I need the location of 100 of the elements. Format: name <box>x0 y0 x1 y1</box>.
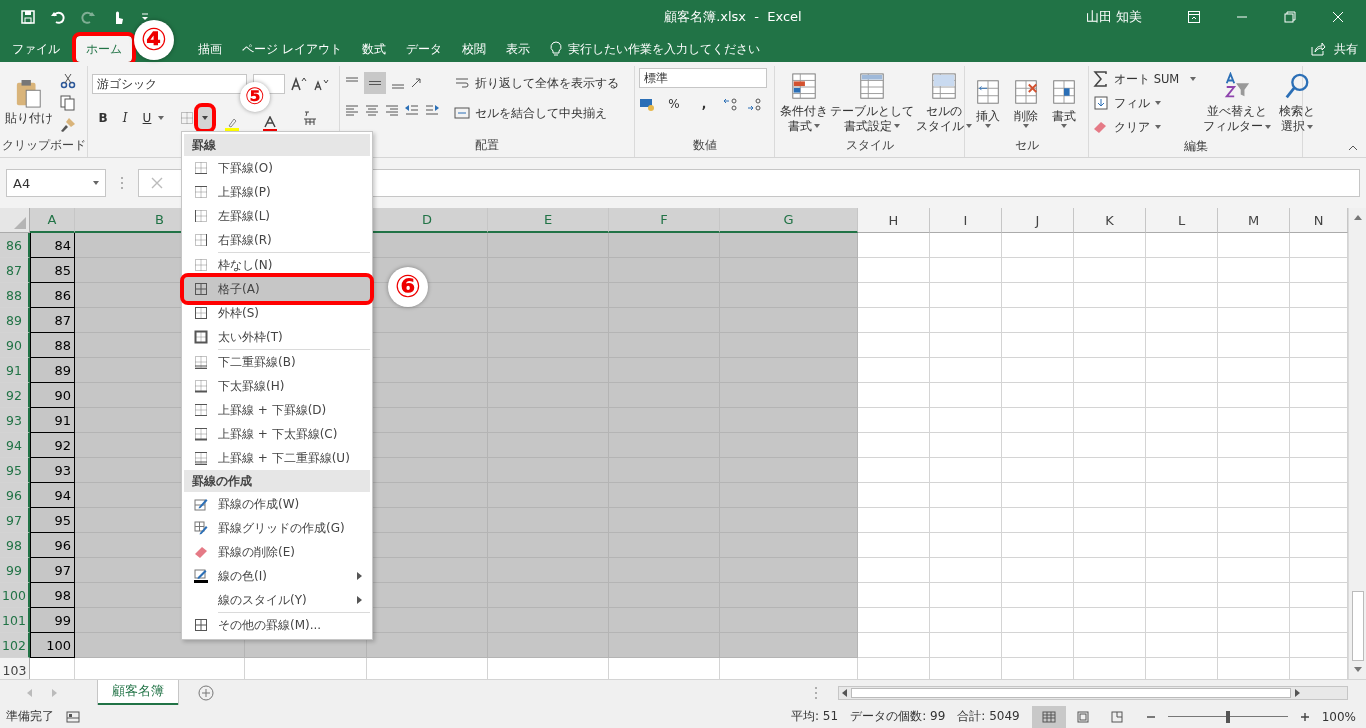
menu-item[interactable]: 下太罫線(H) <box>184 374 370 398</box>
name-box[interactable]: A4 <box>6 169 106 197</box>
scroll-up-icon[interactable] <box>1353 214 1362 220</box>
row-header[interactable]: 97 <box>0 508 30 533</box>
styles-button[interactable]: 条件付き 書式 <box>779 69 829 136</box>
row-header[interactable]: 103 <box>0 658 30 679</box>
menu-item[interactable]: 下罫線(O) <box>184 156 370 180</box>
ribbon-display-icon[interactable] <box>1188 11 1200 23</box>
styles-button[interactable]: テーブルとして 書式設定 <box>829 69 915 136</box>
sort-filter-button[interactable]: 並べ替えと フィルター <box>1202 70 1273 136</box>
find-select-button[interactable]: 検索と 選択 <box>1278 70 1317 136</box>
scissors-icon[interactable] <box>60 72 76 89</box>
share-button[interactable]: 共有 <box>1310 36 1366 62</box>
copy-icon[interactable] <box>60 94 76 111</box>
menu-item[interactable]: 線の色(I) <box>184 564 370 588</box>
italic-button[interactable]: I <box>114 111 136 125</box>
horizontal-scrollbar[interactable] <box>838 685 1348 700</box>
ribbon-tab[interactable]: 数式 <box>351 36 396 62</box>
caret-icon[interactable] <box>966 124 972 128</box>
caret-icon[interactable] <box>894 124 900 128</box>
currency-icon[interactable] <box>639 96 655 112</box>
menu-item[interactable]: 罫線の作成(W) <box>184 492 370 516</box>
macro-record-icon[interactable] <box>66 710 80 723</box>
decrease-decimal-icon[interactable] <box>747 96 763 112</box>
paintbrush-icon[interactable] <box>60 116 76 133</box>
caret-icon[interactable] <box>1023 124 1029 128</box>
column-header[interactable]: J <box>1002 208 1074 233</box>
menu-item[interactable]: 上罫線 + 下罫線(D) <box>184 398 370 422</box>
row-header[interactable]: 96 <box>0 483 30 508</box>
menu-item[interactable]: 罫線の削除(E) <box>184 540 370 564</box>
ribbon-tab[interactable]: ファイル <box>2 36 70 62</box>
column-header[interactable]: K <box>1074 208 1146 233</box>
column-header[interactable]: I <box>930 208 1002 233</box>
caret-icon[interactable] <box>1265 124 1272 129</box>
zoom-level[interactable]: 100% <box>1321 709 1356 724</box>
scrollbar-thumb[interactable] <box>851 687 1291 698</box>
row-header[interactable]: 99 <box>0 558 30 583</box>
ribbon-tab[interactable]: データ <box>395 36 452 62</box>
row-header[interactable]: 91 <box>0 358 30 383</box>
menu-item[interactable]: 罫線グリッドの作成(G) <box>184 516 370 540</box>
number-format-field[interactable]: 標準 <box>639 68 767 88</box>
column-header[interactable]: H <box>858 208 930 233</box>
row-header[interactable]: 89 <box>0 308 30 333</box>
paste-button[interactable]: 貼り付け <box>4 77 54 128</box>
caret-icon[interactable] <box>1061 124 1067 128</box>
caret-icon[interactable] <box>985 124 991 128</box>
underline-button[interactable]: U <box>136 111 158 125</box>
cells-button[interactable]: 書式 <box>1045 75 1083 130</box>
column-header[interactable]: A <box>30 208 75 233</box>
font-name-field[interactable]: 游ゴシック <box>92 74 247 94</box>
row-header[interactable]: 93 <box>0 408 30 433</box>
menu-item[interactable]: 上罫線 + 下二重罫線(U) <box>184 446 370 470</box>
row-header[interactable]: 95 <box>0 458 30 483</box>
scrollbar-thumb[interactable] <box>1351 591 1364 661</box>
decrease-indent-icon[interactable] <box>404 102 420 118</box>
vertical-scrollbar[interactable] <box>1348 208 1366 679</box>
row-header[interactable]: 86 <box>0 233 30 258</box>
increase-decimal-icon[interactable] <box>723 96 739 112</box>
sheet-tab[interactable]: 顧客名簿 <box>98 680 178 705</box>
collapse-ribbon-icon[interactable] <box>1348 145 1358 151</box>
caret-icon[interactable] <box>814 124 820 128</box>
ribbon-tab[interactable]: ページ レイアウト <box>232 36 352 62</box>
align-middle-icon[interactable] <box>364 72 386 94</box>
close-icon[interactable] <box>1332 11 1344 23</box>
clear-button[interactable]: クリア <box>1093 116 1197 138</box>
zoom-in-icon[interactable] <box>1299 711 1310 722</box>
row-header[interactable]: 90 <box>0 333 30 358</box>
column-header[interactable]: G <box>720 208 858 233</box>
column-header[interactable]: N <box>1290 208 1348 233</box>
row-header[interactable]: 100 <box>0 583 30 608</box>
menu-item[interactable]: 外枠(S) <box>184 301 370 325</box>
row-header[interactable]: 92 <box>0 383 30 408</box>
bold-button[interactable]: B <box>92 111 114 125</box>
restore-icon[interactable] <box>1284 11 1296 23</box>
caret-icon[interactable] <box>1307 124 1314 129</box>
row-header[interactable]: 88 <box>0 283 30 308</box>
scroll-left-icon[interactable] <box>841 688 847 697</box>
row-header[interactable]: 101 <box>0 608 30 633</box>
row-header[interactable]: 102 <box>0 633 30 658</box>
ribbon-tab[interactable]: 校閲 <box>451 36 496 62</box>
increase-indent-icon[interactable] <box>424 102 440 118</box>
comma-button[interactable]: , <box>693 97 715 111</box>
save-icon[interactable] <box>20 9 36 25</box>
fill-button[interactable]: フィル <box>1093 92 1197 114</box>
row-header[interactable]: 98 <box>0 533 30 558</box>
menu-item[interactable]: その他の罫線(M)... <box>184 613 370 637</box>
column-header[interactable]: M <box>1218 208 1290 233</box>
caret-icon[interactable] <box>158 116 164 120</box>
redo-icon[interactable] <box>80 9 96 25</box>
column-header[interactable]: F <box>609 208 720 233</box>
percent-button[interactable]: % <box>663 97 685 111</box>
menu-item[interactable]: 上罫線 + 下太罫線(C) <box>184 422 370 446</box>
menu-item[interactable]: 太い外枠(T) <box>184 325 370 349</box>
customize-toolbar-icon[interactable] <box>140 12 150 22</box>
scroll-down-icon[interactable] <box>1353 667 1362 673</box>
grow-font-icon[interactable] <box>291 76 307 92</box>
scroll-right-icon[interactable] <box>1295 688 1301 697</box>
menu-item[interactable]: 上罫線(P) <box>184 180 370 204</box>
add-sheet-icon[interactable] <box>198 684 214 701</box>
normal-view-button[interactable] <box>1031 705 1066 728</box>
